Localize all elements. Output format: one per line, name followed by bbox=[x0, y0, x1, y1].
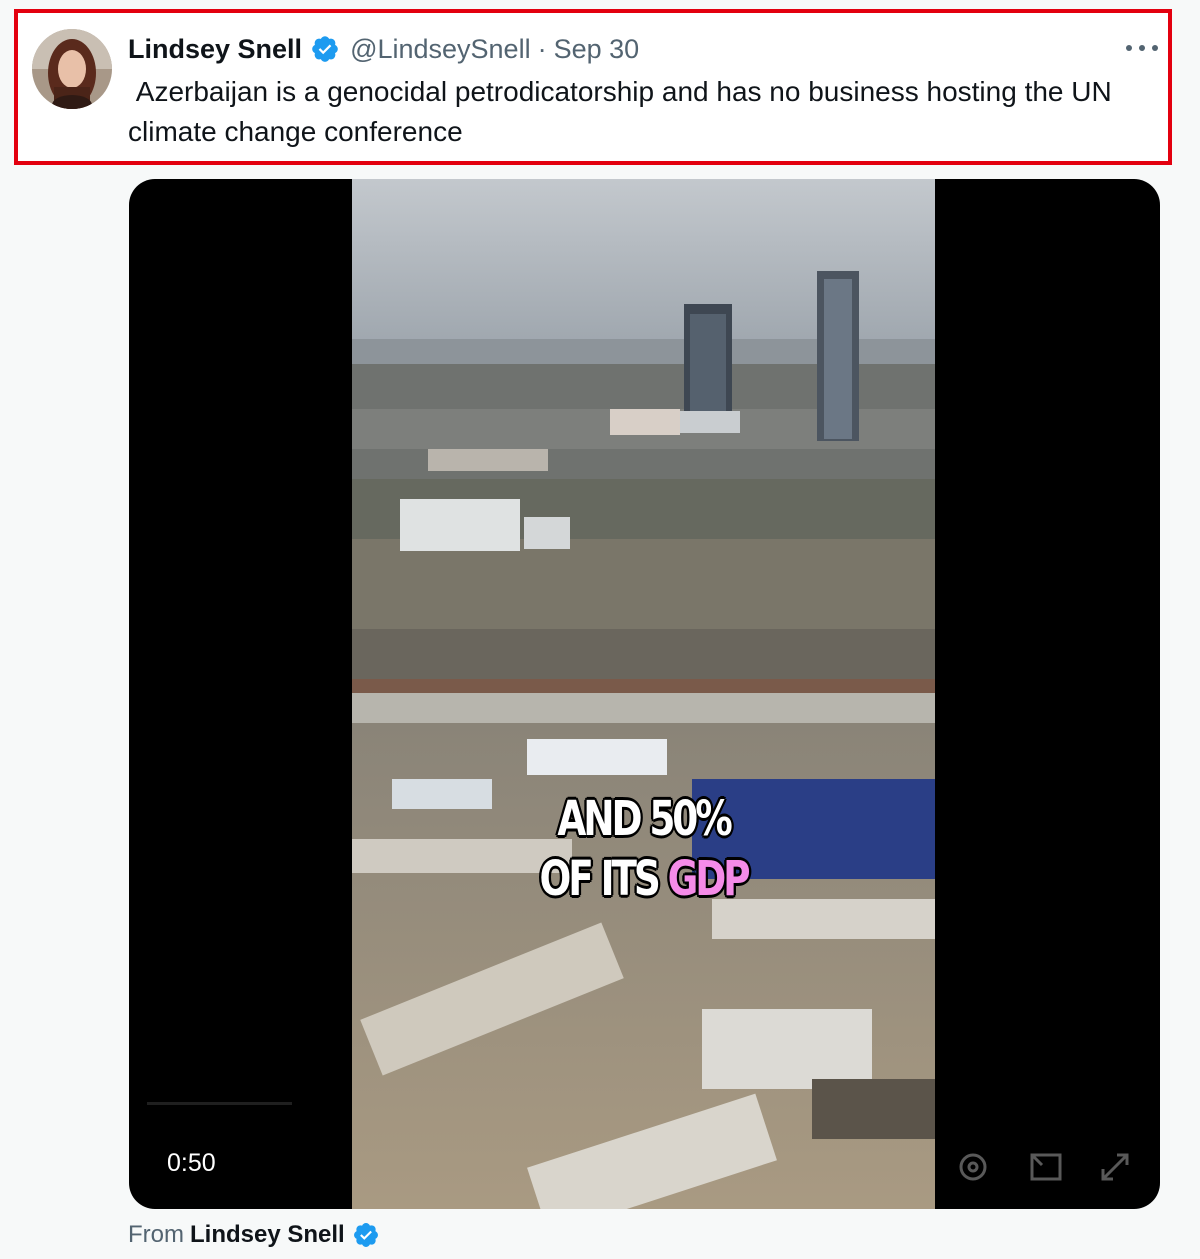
verified-badge-icon bbox=[310, 34, 340, 64]
video-frame: AND 50% OF ITS GDP bbox=[352, 179, 935, 1209]
verified-badge-icon bbox=[352, 1221, 380, 1249]
tweet-text: Azerbaijan is a genocidal petrodicatorsh… bbox=[128, 76, 1120, 147]
settings-icon[interactable] bbox=[953, 1147, 993, 1187]
avatar[interactable] bbox=[32, 29, 112, 109]
separator-dot: · bbox=[537, 33, 547, 64]
pip-icon[interactable] bbox=[1026, 1147, 1066, 1187]
tweet-page: Lindsey Snell @LindseySnell · Sep 30 Aze… bbox=[0, 0, 1200, 1259]
video-progress-bar[interactable] bbox=[147, 1102, 292, 1105]
display-name[interactable]: Lindsey Snell bbox=[128, 34, 302, 65]
from-label: From bbox=[128, 1221, 184, 1248]
video-caption-highlight: GDP bbox=[667, 851, 751, 907]
tweet-header: Lindsey Snell @LindseySnell · Sep 30 bbox=[128, 30, 639, 68]
video-source-attribution: From Lindsey Snell bbox=[128, 1218, 380, 1252]
video-duration: 0:50 bbox=[167, 1149, 216, 1177]
aerial-city-image bbox=[352, 179, 935, 1209]
fullscreen-icon[interactable] bbox=[1095, 1147, 1135, 1187]
video-caption-line-2: OF ITS GDP bbox=[539, 851, 751, 907]
video-caption-line-1: AND 50% bbox=[557, 791, 732, 847]
handle[interactable]: @LindseySnell bbox=[350, 34, 531, 65]
tweet-date[interactable]: Sep 30 bbox=[554, 34, 640, 65]
from-author-link[interactable]: Lindsey Snell bbox=[190, 1221, 345, 1249]
more-options-icon[interactable] bbox=[1126, 40, 1158, 56]
video-player[interactable]: AND 50% OF ITS GDP 0:50 bbox=[129, 179, 1160, 1209]
